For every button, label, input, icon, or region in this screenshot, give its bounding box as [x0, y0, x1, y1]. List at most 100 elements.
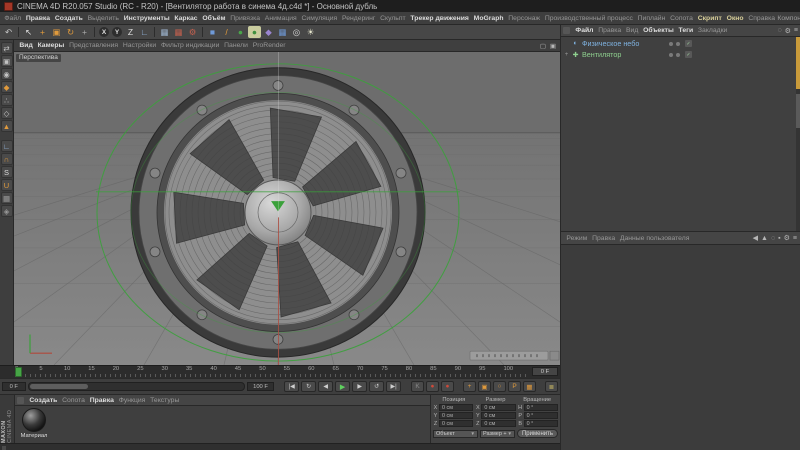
rotation-field[interactable]: 0 °: [524, 412, 558, 419]
current-frame-field[interactable]: 0 F: [532, 367, 558, 376]
material-preview-sphere[interactable]: [22, 408, 46, 432]
modeling-settings-icon[interactable]: ◈: [1, 205, 13, 217]
object-type-icon[interactable]: ◐: [571, 40, 580, 47]
goto-start-button[interactable]: |◀: [284, 381, 299, 392]
goto-end-button[interactable]: ▶|: [386, 381, 401, 392]
view-workplane-icon[interactable]: ∟: [1, 140, 13, 152]
size-field[interactable]: 0 см: [481, 404, 515, 411]
menu-item[interactable]: MoGraph: [471, 15, 506, 22]
rotation-field[interactable]: 0 °: [524, 404, 558, 411]
object-tag-icon[interactable]: ✓: [685, 40, 692, 47]
attribute-menu-item[interactable]: Правка: [590, 235, 618, 242]
add-light-icon[interactable]: ☀: [304, 26, 317, 38]
menu-item[interactable]: Рендеринг: [340, 15, 378, 22]
record-key-icon[interactable]: K: [411, 381, 424, 392]
viewport-canvas[interactable]: Перспектива: [14, 52, 560, 365]
object-row-fan[interactable]: + ✚ Вентилятор ✓: [561, 49, 800, 60]
viewport-menu-item[interactable]: Представления: [67, 42, 121, 49]
object-manager-menu-item[interactable]: Закладки: [696, 27, 730, 34]
menu-item[interactable]: Каркас: [172, 15, 200, 22]
toolbar-separator[interactable]: [94, 27, 95, 37]
workplane-mode-icon[interactable]: ◆: [1, 81, 13, 93]
object-list[interactable]: ◐ Физическое небо ✓ + ✚ Вентилятор: [561, 37, 800, 231]
menu-icon[interactable]: ≡: [793, 235, 797, 242]
object-manager-menu-item[interactable]: Объекты: [641, 27, 676, 34]
size-field[interactable]: 0 см: [481, 412, 515, 419]
panel-icon[interactable]: [17, 397, 24, 404]
lock-workplane-icon[interactable]: ∩: [1, 153, 13, 165]
key-rotation-toggle[interactable]: ○: [493, 381, 506, 392]
enable-snap-icon[interactable]: U: [1, 179, 13, 191]
menu-item[interactable]: Трекер движения: [408, 15, 471, 22]
range-end-field[interactable]: 100 F: [247, 382, 274, 391]
rotation-field[interactable]: 0 °: [524, 420, 558, 427]
z-axis-lock-icon[interactable]: Z: [124, 26, 137, 38]
record-button[interactable]: ●: [426, 381, 439, 392]
coord-size-mode-select[interactable]: Размер +▼: [480, 430, 515, 438]
material-name[interactable]: Материал: [21, 433, 48, 439]
layer-manager-button[interactable]: ≣: [545, 381, 558, 392]
viewport-menu-item[interactable]: Камеры: [35, 42, 67, 49]
preview-range-slider[interactable]: [28, 382, 245, 391]
panel-icon[interactable]: [563, 27, 570, 34]
scale-tool-icon[interactable]: ▣: [50, 26, 63, 38]
back-icon[interactable]: ◀: [753, 234, 758, 242]
gear-icon[interactable]: ⚙: [784, 234, 790, 242]
visibility-dot-icon[interactable]: [676, 42, 680, 46]
menu-item[interactable]: Сопота: [668, 15, 696, 22]
quantize-icon[interactable]: ▦: [1, 192, 13, 204]
menu-item[interactable]: Персонаж: [506, 15, 543, 22]
size-field[interactable]: 0 см: [481, 420, 515, 427]
polygons-mode-icon[interactable]: ▲: [1, 120, 13, 132]
model-mode-icon[interactable]: ▣: [1, 55, 13, 67]
select-tool-icon[interactable]: ↖: [22, 26, 35, 38]
visibility-dot-icon[interactable]: [669, 53, 673, 57]
viewport-menu-item[interactable]: Панели: [222, 42, 251, 49]
apply-button[interactable]: Применить: [517, 429, 558, 438]
object-row-physical-sky[interactable]: ◐ Физическое небо ✓: [561, 38, 800, 49]
object-manager-menu-item[interactable]: Теги: [676, 27, 695, 34]
add-generator-icon[interactable]: ●: [234, 26, 247, 38]
viewport-menu-item[interactable]: Вид: [17, 42, 35, 49]
timeline-ruler[interactable]: 0510152025303540455055606570758085909510…: [0, 365, 560, 378]
object-type-icon[interactable]: ✚: [571, 51, 580, 59]
snap-settings-icon[interactable]: S: [1, 166, 13, 178]
render-picture-viewer-icon[interactable]: ▦: [172, 26, 185, 38]
viewport-menu-item[interactable]: Фильтр индикации: [159, 42, 222, 49]
toolbar-separator[interactable]: [154, 27, 155, 37]
menu-item[interactable]: Правка: [24, 15, 53, 22]
position-field[interactable]: 0 см: [439, 420, 473, 427]
scrollbar-tab[interactable]: [796, 94, 800, 128]
material-menu-item[interactable]: Текстуры: [148, 397, 182, 404]
make-editable-icon[interactable]: ⇄: [1, 42, 13, 54]
pen-spline-icon[interactable]: /: [220, 26, 233, 38]
object-manager-scrollbar[interactable]: [796, 37, 800, 231]
menu-item[interactable]: Объём: [200, 15, 228, 22]
menu-item[interactable]: Файл: [2, 15, 24, 22]
attribute-manager-body[interactable]: [561, 245, 800, 450]
prev-key-button[interactable]: ↻: [301, 381, 316, 392]
material-menu-item[interactable]: Создать: [27, 397, 60, 404]
menu-icon[interactable]: ≡: [794, 27, 798, 34]
preview-range-handle[interactable]: [30, 384, 88, 389]
texture-mode-icon[interactable]: ◉: [1, 68, 13, 80]
search-icon[interactable]: ◌: [777, 27, 781, 34]
edges-mode-icon[interactable]: ◇: [1, 107, 13, 119]
coord-system-icon[interactable]: ∟: [138, 26, 151, 38]
menu-item[interactable]: Скульпт: [378, 15, 408, 22]
scrollbar-thumb[interactable]: [796, 37, 800, 89]
coord-mode-select[interactable]: Объект▼: [433, 430, 478, 438]
object-manager-menu-item[interactable]: Правка: [596, 27, 624, 34]
key-parameter-toggle[interactable]: P: [508, 381, 521, 392]
rotate-tool-icon[interactable]: ↻: [64, 26, 77, 38]
expand-icon[interactable]: +: [564, 52, 569, 58]
position-field[interactable]: 0 см: [439, 404, 473, 411]
menu-item[interactable]: Справка: [746, 15, 777, 22]
add-subdivision-icon[interactable]: ●: [248, 26, 261, 38]
viewport-menu-item[interactable]: ProRender: [250, 42, 288, 49]
play-button[interactable]: ▶: [335, 381, 350, 392]
viewport-toggle-icon[interactable]: ▢: [539, 42, 547, 50]
y-axis-lock-icon[interactable]: Y: [112, 27, 122, 37]
object-name[interactable]: Физическое небо: [582, 39, 666, 48]
attribute-menu-item[interactable]: Режим: [564, 235, 590, 242]
